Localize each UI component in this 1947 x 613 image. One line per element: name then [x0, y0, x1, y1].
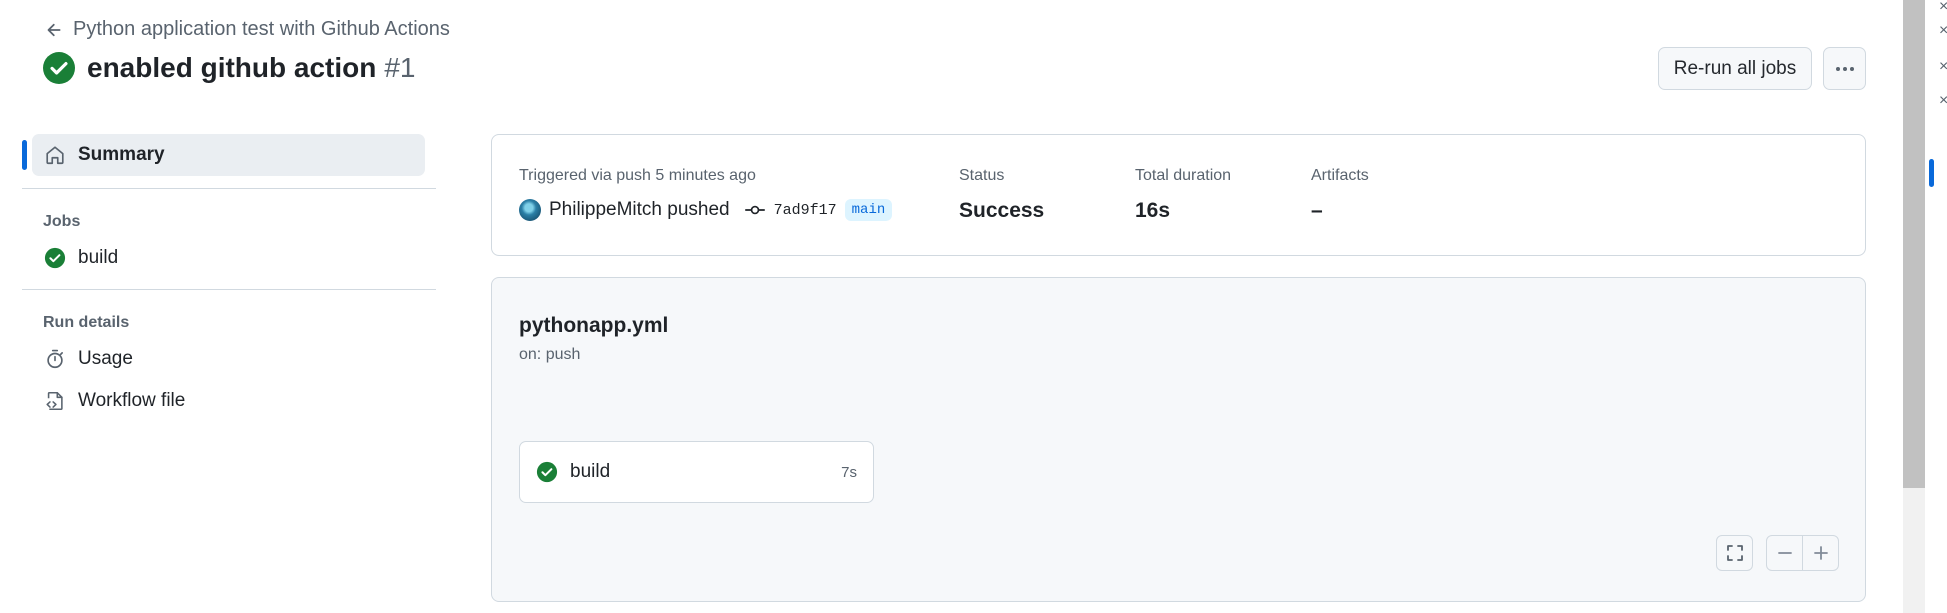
sidebar-item-label: Workflow file [78, 390, 186, 411]
artifacts-label: Artifacts [1311, 167, 1369, 184]
status-label: Status [959, 167, 1005, 184]
stopwatch-icon [47, 349, 63, 369]
branch-badge[interactable]: main [844, 199, 893, 221]
status-value: Success [959, 199, 1045, 222]
check-circle-icon [43, 52, 75, 84]
rerun-all-jobs-button[interactable]: Re-run all jobs [1658, 47, 1812, 90]
sidebar-divider [22, 289, 436, 290]
sidebar-item-label: build [78, 247, 119, 268]
workflow-trigger: on: push [519, 346, 581, 363]
sidebar-item-workflow-file[interactable]: Workflow file [22, 380, 436, 422]
minus-icon [1777, 552, 1792, 554]
back-link-label: Python application test with Github Acti… [73, 18, 450, 40]
run-sidebar: Summary Jobs build Run details Usage Wor… [22, 134, 436, 422]
job-name: build [570, 461, 611, 482]
actor-text[interactable]: PhilippeMitch pushed [549, 199, 730, 221]
fullscreen-icon [1726, 545, 1743, 561]
job-node-build[interactable]: build 7s [519, 441, 874, 503]
git-commit-icon [744, 205, 765, 215]
workflow-graph-card: pythonapp.yml on: push build 7s [491, 277, 1866, 602]
workflow-file-name: pythonapp.yml [519, 314, 669, 337]
page-title: enabled github action #1 [87, 52, 416, 84]
home-icon [46, 146, 64, 165]
run-number: #1 [384, 52, 416, 83]
duration-label: Total duration [1135, 167, 1232, 184]
sidebar-item-usage[interactable]: Usage [22, 338, 436, 380]
job-duration: 7s [841, 463, 857, 481]
close-icon: × [1939, 22, 1947, 39]
plus-icon [1813, 546, 1828, 560]
close-icon: × [1939, 0, 1947, 15]
duration-value: 16s [1135, 199, 1171, 222]
commit-sha-link[interactable]: 7ad9f17 [774, 202, 837, 219]
more-options-button[interactable] [1823, 47, 1866, 90]
trigger-info: Triggered via push 5 minutes ago [519, 167, 756, 184]
sidebar-divider [22, 188, 436, 189]
sidebar-item-job-build[interactable]: build [22, 237, 436, 279]
run-details-heading: Run details [43, 314, 130, 331]
run-summary-card: Triggered via push 5 minutes ago Philipp… [491, 134, 1866, 256]
avatar[interactable] [519, 199, 541, 221]
jobs-heading: Jobs [43, 213, 81, 230]
kebab-horizontal-icon [1835, 66, 1854, 71]
zoom-in-button[interactable] [1802, 535, 1839, 571]
close-icon: × [1939, 92, 1947, 109]
sidebar-item-summary[interactable]: Summary [22, 134, 425, 176]
active-indicator [1929, 159, 1934, 187]
run-title-row: enabled github action #1 [43, 52, 416, 84]
fullscreen-button[interactable] [1716, 535, 1753, 571]
artifacts-value: – [1311, 199, 1323, 222]
run-title: enabled github action [87, 52, 377, 83]
arrow-left-icon [47, 23, 61, 36]
check-circle-icon [536, 461, 558, 483]
sidebar-item-label: Usage [78, 348, 133, 369]
check-circle-icon [44, 247, 66, 269]
file-code-icon [46, 391, 63, 411]
zoom-out-button[interactable] [1766, 535, 1803, 571]
sidebar-item-label: Summary [78, 144, 165, 165]
page-scrollbar-thumb[interactable] [1903, 0, 1925, 488]
back-to-workflow-link[interactable]: Python application test with Github Acti… [45, 18, 450, 41]
trigger-actor-row: PhilippeMitch pushed 7ad9f17 main [519, 199, 893, 221]
close-icon: × [1939, 58, 1947, 75]
